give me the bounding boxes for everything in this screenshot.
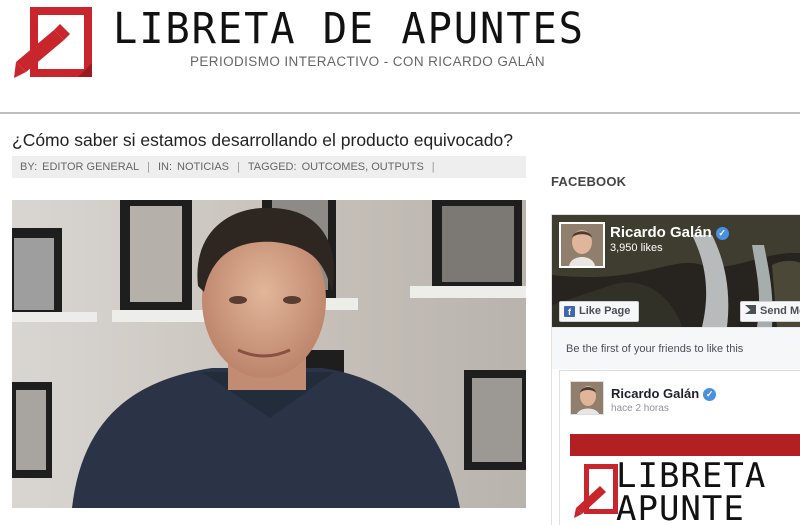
meta-author-link[interactable]: EDITOR GENERAL: [42, 161, 139, 173]
post-timestamp[interactable]: hace 2 horas: [611, 403, 669, 414]
facebook-page-plugin: Ricardo Galán ✓ 3,950 likes f Like Page Se…: [551, 214, 800, 525]
meta-separator: |: [237, 161, 240, 173]
facebook-friends-like-text: Be the first of your friends to like thi…: [552, 327, 800, 369]
post-avatar-photo: [571, 382, 603, 414]
post-shared-image[interactable]: LIBRETA APUNTE: [570, 434, 800, 525]
facebook-post-card[interactable]: Ricardo Galán ✓ hace 2 horas LIBRETA APUN…: [559, 370, 800, 525]
meta-by-label: BY:: [20, 161, 38, 173]
avatar-photo: [561, 224, 603, 266]
post-image-logo-mark: [574, 464, 618, 518]
facebook-page-avatar[interactable]: [559, 222, 605, 268]
facebook-page-name[interactable]: Ricardo Galán ✓: [610, 224, 729, 241]
send-message-label: Send Me: [760, 305, 800, 317]
like-page-button[interactable]: f Like Page: [559, 301, 640, 322]
facebook-f-icon: f: [564, 306, 575, 317]
site-tagline: PERIODISMO INTERACTIVO - CON RICARDO GAL…: [190, 54, 546, 69]
facebook-page-name-text[interactable]: Ricardo Galán: [610, 224, 712, 241]
post-title[interactable]: ¿Cómo saber si estamos desarrollando el …: [12, 130, 513, 151]
meta-tagged-label: TAGGED:: [247, 161, 297, 173]
post-meta-bar: BY: EDITOR GENERAL | IN: NOTICIAS | TAGGED: OUT…: [12, 156, 526, 178]
post-author-avatar[interactable]: [570, 381, 604, 415]
header-divider: [0, 112, 800, 114]
post-author-name-text[interactable]: Ricardo Galán: [611, 386, 699, 401]
facebook-likes-count: 3,950 likes: [610, 242, 663, 254]
meta-tags-link[interactable]: OUTCOMES, OUTPUTS: [302, 161, 424, 173]
sidebar-widget-title: FACEBOOK: [551, 174, 627, 189]
verified-badge-icon: ✓: [715, 227, 729, 240]
video-frame-image: [12, 200, 526, 508]
site-header: LIBRETA DE APUNTES PERIODISMO INTERACTIV…: [0, 0, 800, 113]
meta-separator: |: [431, 161, 435, 173]
post-image-logo-text: LIBRETA APUNTE: [616, 456, 767, 525]
post-featured-video[interactable]: [12, 200, 526, 508]
meta-category-link[interactable]: NOTICIAS: [177, 161, 229, 173]
post-image-red-bar: [570, 434, 800, 456]
send-icon: [745, 305, 756, 314]
site-title[interactable]: LIBRETA DE APUNTES: [113, 8, 585, 51]
meta-in-label: IN:: [157, 161, 173, 173]
send-message-button[interactable]: Send Me: [740, 301, 800, 322]
facebook-cover-image[interactable]: Ricardo Galán ✓ 3,950 likes f Like Page Se…: [552, 215, 800, 327]
verified-badge-icon: ✓: [703, 388, 717, 401]
post-author-name[interactable]: Ricardo Galán ✓: [611, 386, 717, 401]
like-page-label: Like Page: [579, 305, 631, 317]
meta-separator: |: [147, 161, 150, 173]
site-logo-mark[interactable]: [12, 4, 98, 82]
